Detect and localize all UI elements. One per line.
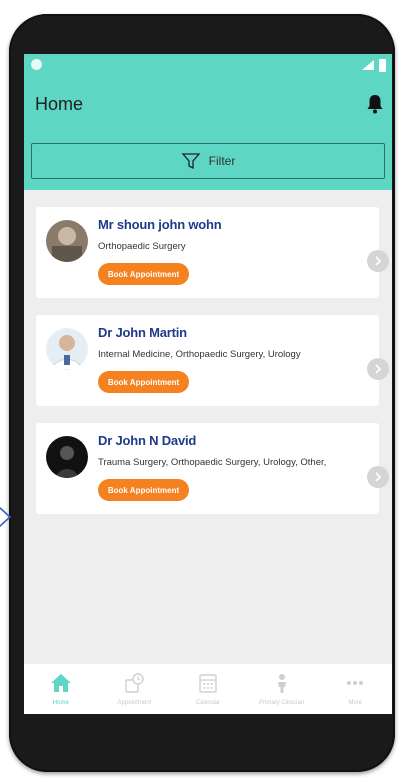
doctor-specialty: Trauma Surgery, Orthopaedic Surgery, Uro… (98, 457, 327, 468)
avatar (46, 436, 88, 478)
doctor-card[interactable]: Mr shoun john wohn Orthopaedic Surgery B… (36, 207, 389, 298)
doctor-card[interactable]: Dr John N David Trauma Surgery, Orthopae… (36, 423, 389, 514)
pointer-arrow-icon (0, 506, 12, 528)
doctor-specialty: Orthopaedic Surgery (98, 241, 186, 252)
doctor-card[interactable]: Dr John Martin Internal Medicine, Orthop… (36, 315, 389, 406)
signal-icon (362, 60, 374, 70)
doctor-list: Mr shoun john wohn Orthopaedic Surgery B… (36, 207, 389, 531)
book-appointment-button[interactable]: Book Appointment (98, 479, 189, 501)
avatar (46, 220, 88, 262)
tab-label: Appointment (117, 700, 152, 706)
battery-icon (379, 58, 386, 72)
bottom-tab-bar: Home Appointment Calendar Primary Clinic… (24, 664, 392, 714)
doctor-name: Dr John N David (98, 433, 197, 448)
tab-home[interactable]: Home (24, 664, 98, 714)
book-appointment-button[interactable]: Book Appointment (98, 263, 189, 285)
tab-label: Home (52, 700, 69, 706)
doctor-name: Dr John Martin (98, 325, 187, 340)
status-icons (361, 58, 386, 72)
page-title: Home (35, 94, 84, 114)
avatar (46, 328, 88, 370)
doctor-name: Mr shoun john wohn (98, 217, 222, 232)
book-appointment-button[interactable]: Book Appointment (98, 371, 189, 393)
tab-primary-clinician[interactable]: Primary Clinician (245, 664, 319, 714)
tab-label: Primary Clinician (259, 700, 305, 706)
app-bar: Home Filter (24, 76, 392, 190)
chevron-right-icon[interactable] (367, 466, 389, 488)
filter-label: Filter (208, 154, 236, 168)
tab-label: More (348, 700, 362, 706)
tab-calendar[interactable]: Calendar (171, 664, 245, 714)
tab-label: Calendar (195, 700, 221, 706)
notification-dot-icon (31, 59, 42, 70)
chevron-right-icon[interactable] (367, 358, 389, 380)
calendar-icon (199, 674, 217, 693)
chevron-right-icon[interactable] (367, 250, 389, 272)
app-screen: Home Filter Mr shoun john wohn Orthopaed… (24, 54, 392, 714)
filter-icon (181, 153, 201, 170)
doctor-specialty: Internal Medicine, Orthopaedic Surgery, … (98, 349, 301, 360)
bell-icon[interactable] (366, 94, 384, 114)
clinician-icon (277, 674, 286, 693)
filter-button[interactable]: Filter (31, 143, 385, 179)
appointment-icon (125, 673, 145, 693)
more-icon (347, 681, 364, 685)
status-bar (24, 54, 392, 76)
home-icon (50, 674, 71, 692)
tab-more[interactable]: More (318, 664, 392, 714)
tab-appointment[interactable]: Appointment (98, 664, 172, 714)
